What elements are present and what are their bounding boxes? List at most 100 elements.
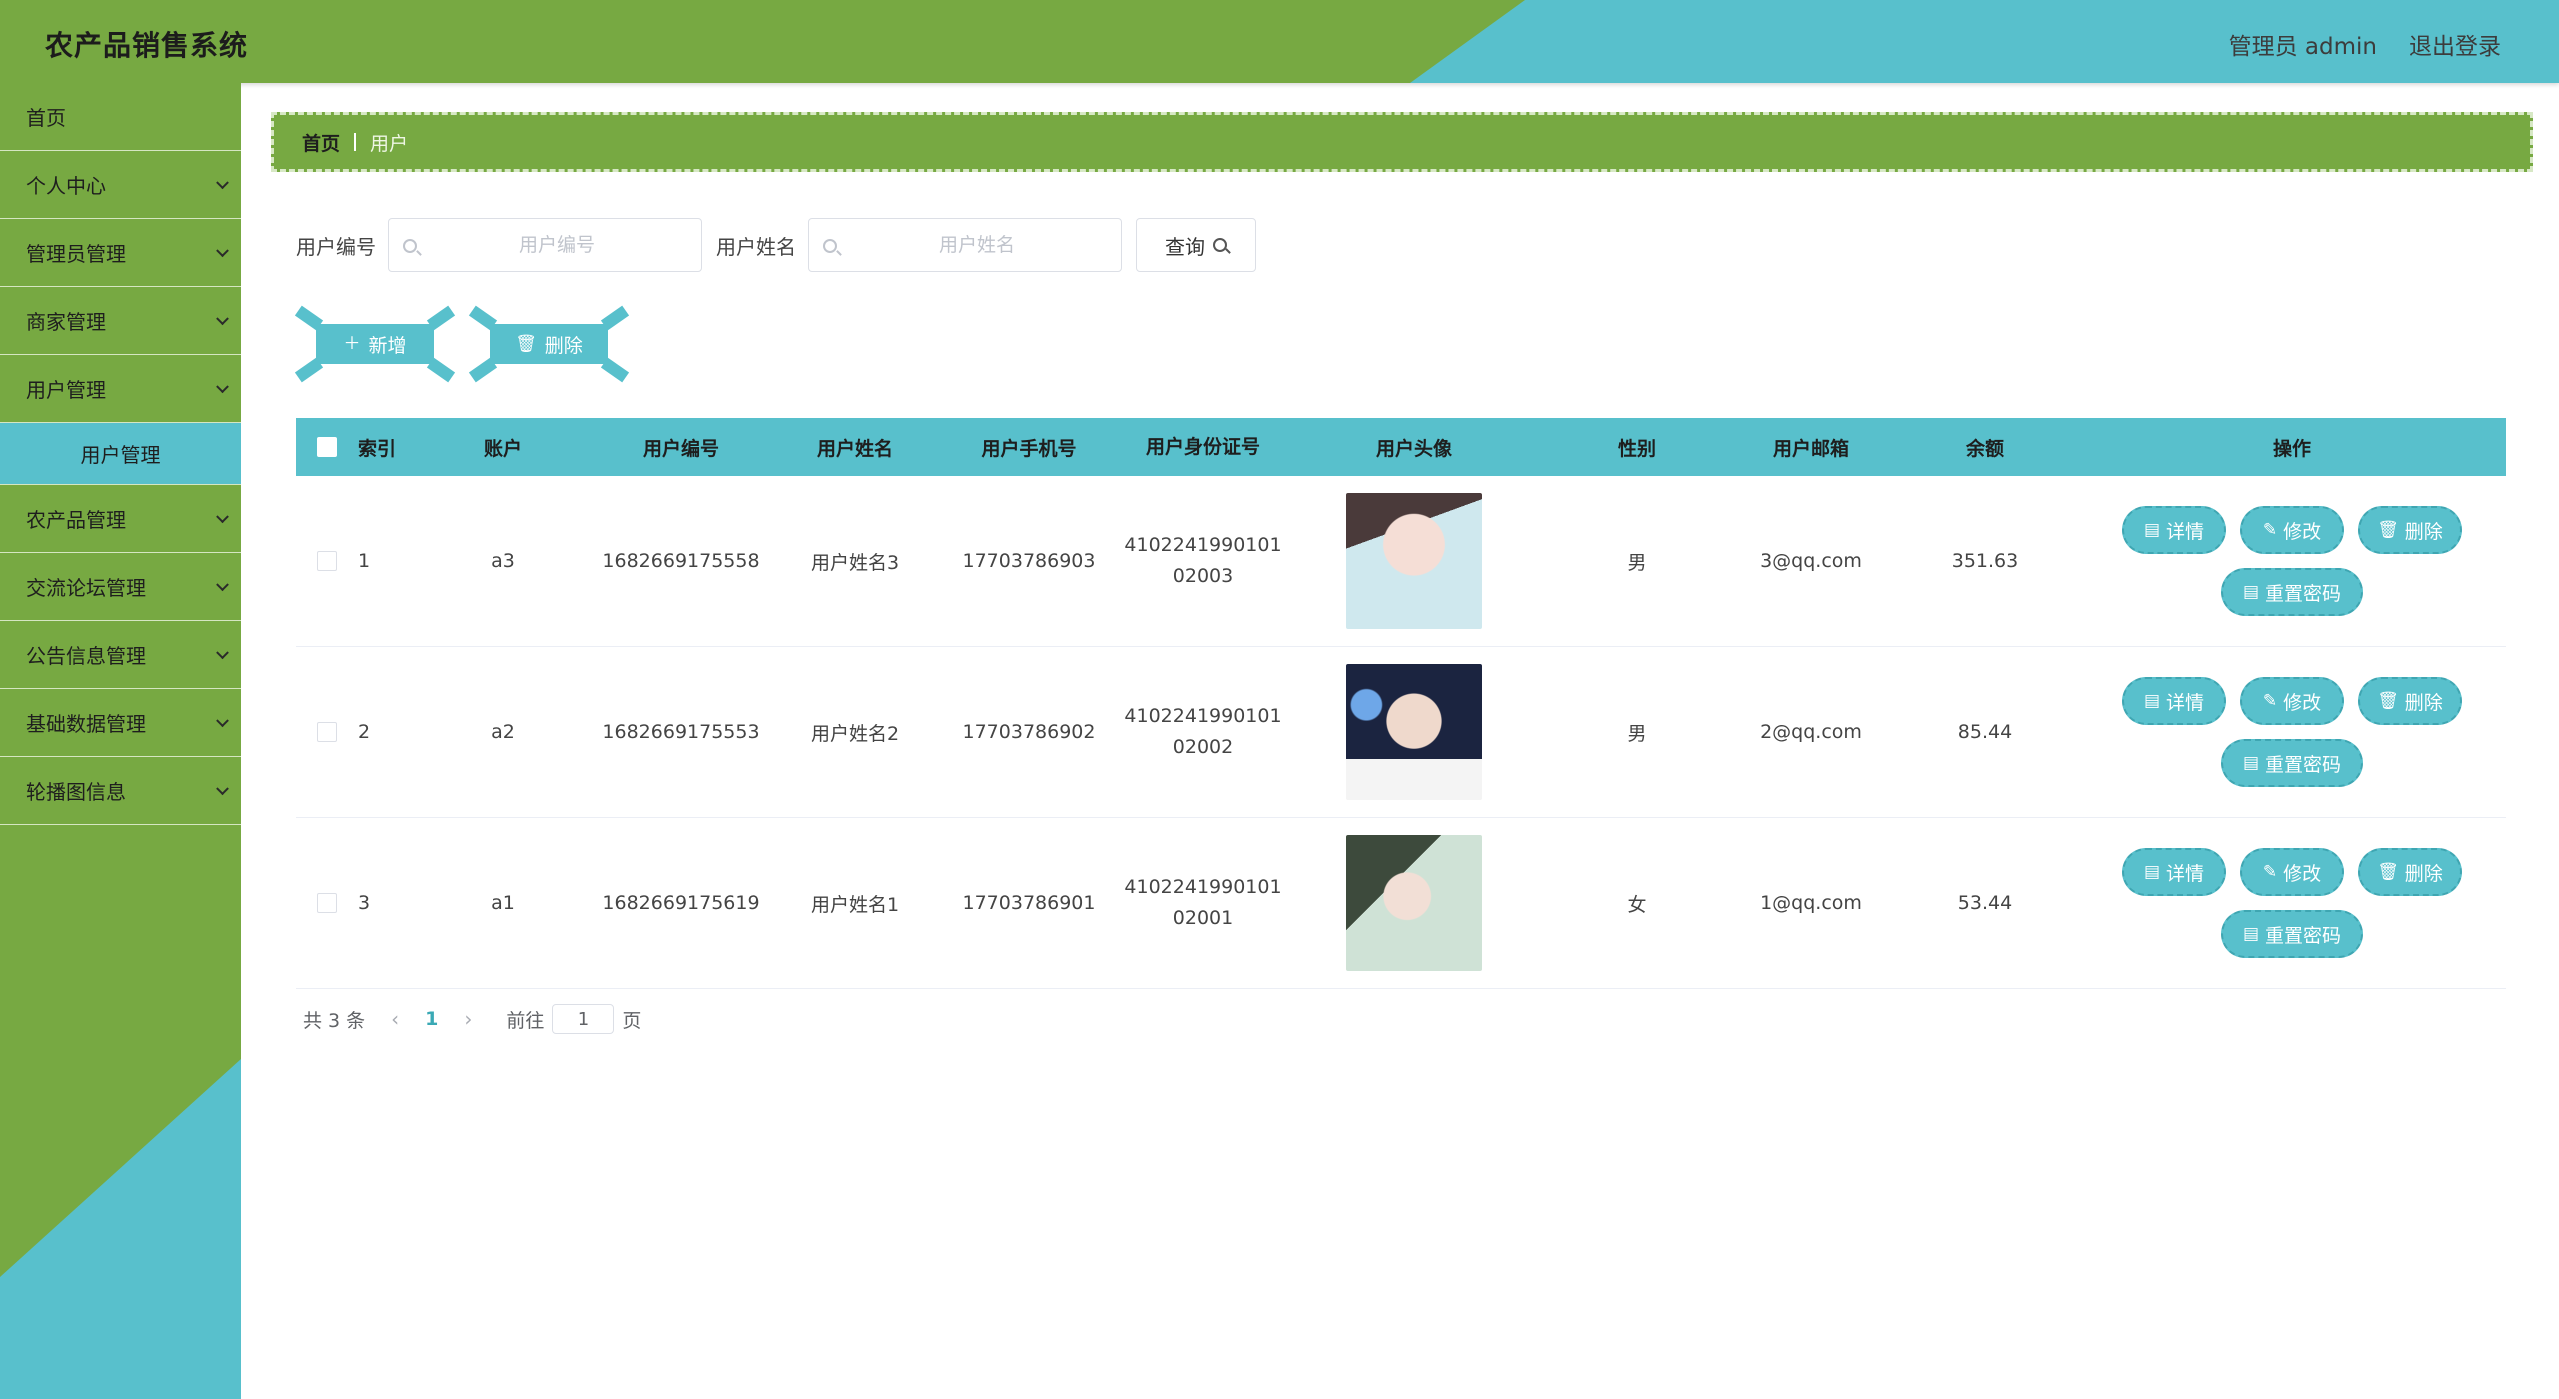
table-row: 1 a3 1682669175558 用户姓名3 17703786903 410…: [296, 476, 2506, 647]
reset-password-button[interactable]: ▤ 重置密码: [2221, 910, 2363, 958]
cell-email: 2@qq.com: [1760, 721, 1862, 743]
sidebar-item-label: 交流论坛管理: [26, 576, 146, 600]
pagination: 共 3 条 ‹ 1 › 前往 页: [303, 1004, 641, 1034]
search-bar: 用户编号 用户姓名 查询: [296, 218, 1256, 272]
chevron-down-icon: [216, 645, 229, 659]
delete-button[interactable]: 🗑 删除: [2358, 677, 2462, 725]
query-button-label: 查询: [1165, 234, 1205, 259]
cell-user-name: 用户姓名3: [810, 551, 900, 574]
goto-suffix: 页: [622, 1009, 642, 1032]
user-name-label: 用户姓名: [716, 234, 796, 259]
cell-user-no: 1682669175558: [602, 550, 760, 572]
header-user-no: 用户编号: [642, 437, 719, 460]
user-no-input[interactable]: [389, 219, 701, 271]
header-index: 索引: [358, 437, 397, 460]
cell-balance: 85.44: [1957, 721, 2013, 743]
cell-phone: 17703786902: [962, 721, 1096, 743]
sidebar-subitem-user-management[interactable]: 用户管理: [0, 423, 241, 485]
sidebar-item-carousel[interactable]: 轮播图信息: [0, 757, 241, 825]
cell-operations: ▤ 详情 ✎ 修改 🗑 删除 ▤ 重置密码: [2078, 476, 2506, 646]
chevron-left-icon[interactable]: ‹: [387, 1007, 403, 1031]
user-name-input[interactable]: [809, 219, 1121, 271]
detail-button[interactable]: ▤ 详情: [2122, 506, 2226, 554]
sidebar-item-basic-data-management[interactable]: 基础数据管理: [0, 689, 241, 757]
cell-user-no: 1682669175553: [602, 721, 760, 743]
sidebar-item-label: 公告信息管理: [26, 644, 146, 668]
goto-page-input[interactable]: [552, 1004, 615, 1034]
chevron-right-icon[interactable]: ›: [460, 1007, 476, 1031]
pagination-goto: 前往 页: [506, 1004, 641, 1034]
delete-button[interactable]: 🗑 删除: [2358, 506, 2462, 554]
cell-email: 3@qq.com: [1760, 550, 1862, 572]
trash-icon: 🗑: [515, 333, 537, 354]
header-balance: 余额: [1965, 437, 2004, 460]
chevron-down-icon: [216, 713, 229, 727]
breadcrumb-home[interactable]: 首页: [302, 129, 340, 156]
sidebar-item-product-management[interactable]: 农产品管理: [0, 485, 241, 553]
reset-password-button[interactable]: ▤ 重置密码: [2221, 739, 2363, 787]
sidebar-item-admin-management[interactable]: 管理员管理: [0, 219, 241, 287]
breadcrumb-separator: [354, 133, 357, 151]
cell-operations: ▤ 详情 ✎ 修改 🗑 删除 ▤ 重置密码: [2078, 647, 2506, 817]
row-checkbox[interactable]: [317, 893, 337, 913]
detail-button[interactable]: ▤ 详情: [2122, 677, 2226, 725]
add-button[interactable]: ＋ 新增: [294, 305, 456, 383]
detail-button[interactable]: ▤ 详情: [2122, 848, 2226, 896]
chevron-down-icon: [216, 781, 229, 795]
cell-user-name: 用户姓名2: [810, 722, 900, 745]
select-all-checkbox[interactable]: [317, 437, 337, 457]
sidebar-item-label: 首页: [26, 106, 66, 130]
edit-button[interactable]: ✎ 修改: [2240, 506, 2344, 554]
current-user-label: 管理员 admin: [2228, 34, 2377, 60]
sidebar-item-user-management[interactable]: 用户管理: [0, 355, 241, 423]
document-icon: ▤: [2143, 519, 2161, 540]
reset-password-button[interactable]: ▤ 重置密码: [2221, 568, 2363, 616]
cell-account: a1: [491, 892, 515, 914]
sidebar-menu: 首页 个人中心 管理员管理 商家管理 用户管理 用户管理 农产品管理 交流论坛管…: [0, 83, 241, 825]
sidebar-item-home[interactable]: 首页: [0, 83, 241, 151]
cell-phone: 17703786903: [962, 550, 1096, 572]
logout-link[interactable]: 退出登录: [2409, 27, 2501, 61]
sidebar-item-merchant-management[interactable]: 商家管理: [0, 287, 241, 355]
bulk-delete-button-label: 删除: [544, 334, 583, 357]
cell-id-card: 4102241990101 02003: [1124, 534, 1282, 587]
pagination-total: 共 3 条: [303, 1009, 366, 1032]
cell-account: a3: [491, 550, 515, 572]
sidebar-item-label: 个人中心: [26, 174, 106, 198]
cell-balance: 53.44: [1957, 892, 2013, 914]
header-id-card: 用户身份证号: [1145, 435, 1260, 458]
chevron-down-icon: [216, 175, 229, 189]
user-no-label: 用户编号: [296, 234, 376, 259]
header-operations: 操作: [2272, 437, 2311, 460]
user-table: 索引 账户 用户编号 用户姓名 用户手机号 用户身份证号 用户头像 性别 用户邮…: [296, 418, 2506, 989]
table-row: 2 a2 1682669175553 用户姓名2 17703786902 410…: [296, 647, 2506, 818]
chevron-down-icon: [216, 243, 229, 257]
bulk-delete-button[interactable]: 🗑 删除: [468, 305, 630, 383]
query-button[interactable]: 查询: [1136, 218, 1256, 272]
avatar: [1346, 493, 1482, 629]
action-bar: ＋ 新增 🗑 删除: [294, 305, 630, 383]
cell-gender: 男: [1627, 551, 1647, 574]
row-checkbox[interactable]: [317, 551, 337, 571]
sidebar-item-label: 用户管理: [26, 378, 106, 402]
delete-button[interactable]: 🗑 删除: [2358, 848, 2462, 896]
sidebar-item-forum-management[interactable]: 交流论坛管理: [0, 553, 241, 621]
row-checkbox[interactable]: [317, 722, 337, 742]
document-icon: ▤: [2242, 581, 2260, 602]
app-title: 农产品销售系统: [45, 29, 249, 62]
header-user-name: 用户姓名: [816, 437, 893, 460]
avatar: [1346, 664, 1482, 800]
top-header: 农产品销售系统 管理员 admin 退出登录: [0, 0, 2559, 83]
add-button-label: 新增: [368, 334, 407, 357]
pencil-icon: ✎: [2262, 690, 2278, 711]
table-row: 3 a1 1682669175619 用户姓名1 17703786901 410…: [296, 818, 2506, 989]
sidebar-item-profile[interactable]: 个人中心: [0, 151, 241, 219]
header-user-area: 管理员 admin 退出登录: [2229, 27, 2501, 61]
edit-button[interactable]: ✎ 修改: [2240, 677, 2344, 725]
document-icon: ▤: [2242, 752, 2260, 773]
header-green-band: [0, 0, 1525, 83]
edit-button[interactable]: ✎ 修改: [2240, 848, 2344, 896]
header-avatar: 用户头像: [1375, 437, 1452, 460]
sidebar-item-notice-management[interactable]: 公告信息管理: [0, 621, 241, 689]
page-number[interactable]: 1: [425, 1008, 438, 1030]
